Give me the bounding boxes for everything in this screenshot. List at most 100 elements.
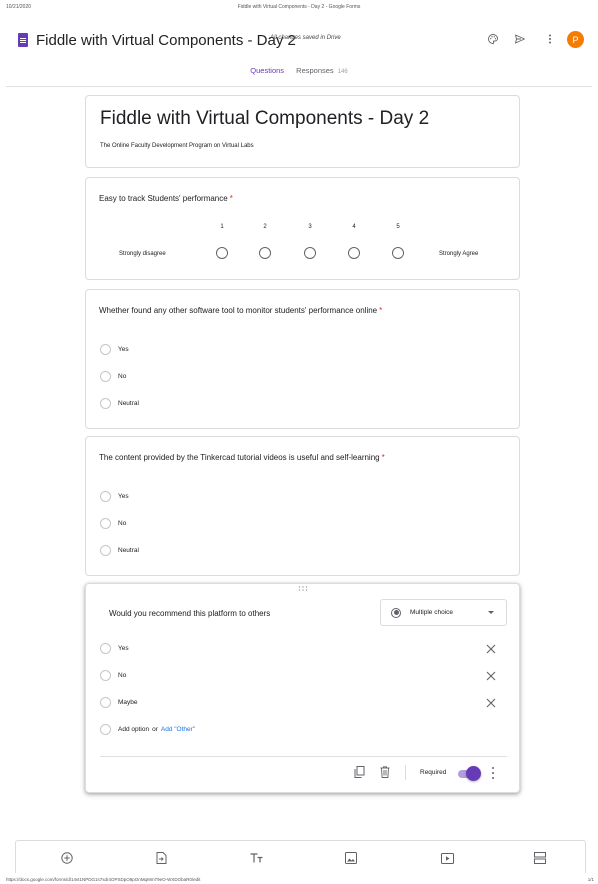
option-label: No [118, 519, 127, 527]
radio-button [100, 723, 111, 735]
required-label: Required [420, 769, 447, 776]
scale-label-1: 1 [220, 224, 224, 230]
drag-handle-icon[interactable] [294, 586, 312, 592]
radio-button[interactable] [100, 397, 111, 409]
or-text: or [152, 725, 158, 733]
form-title[interactable]: Fiddle with Virtual Components - Day 2 [100, 108, 429, 130]
add-question-icon[interactable] [60, 851, 74, 865]
tab-bar: Questions Responses 146 [0, 66, 598, 82]
required-toggle-thumb[interactable] [466, 766, 481, 781]
question-card-editing[interactable]: Would you recommend this platform to oth… [85, 583, 520, 793]
more-options-icon[interactable] [490, 767, 496, 779]
question-text: Easy to track Students' performance [99, 194, 228, 203]
add-section-icon[interactable] [533, 851, 547, 865]
send-icon[interactable] [513, 32, 527, 46]
radio-button [100, 696, 111, 708]
option-neutral[interactable]: Neutral [100, 544, 139, 556]
print-url: https://docs.google.com/forms/d/14vt1NPD… [6, 877, 201, 882]
scale-radio-4[interactable] [348, 247, 360, 259]
edit-option-no[interactable]: No [100, 669, 126, 681]
option-label: Yes [118, 345, 129, 353]
radio-button [100, 669, 111, 681]
duplicate-icon[interactable] [352, 765, 366, 779]
save-status: All changes saved in Drive [270, 35, 341, 41]
scale-high-label: Strongly Agree [439, 251, 479, 257]
footer-separator [405, 765, 406, 780]
option-label: Yes [118, 492, 129, 500]
add-title-description-icon[interactable] [249, 851, 263, 865]
option-no[interactable]: No [100, 370, 126, 382]
more-vert-icon[interactable] [543, 32, 557, 46]
scale-radio-1[interactable] [216, 247, 228, 259]
option-label: Neutral [118, 546, 139, 554]
scale-radio-2[interactable] [259, 247, 271, 259]
print-page-title: Fiddle with Virtual Components - Day 2 -… [237, 4, 361, 10]
scale-radio-5[interactable] [392, 247, 404, 259]
edit-option-yes[interactable]: Yes [100, 642, 129, 654]
option-input[interactable]: Yes [118, 645, 129, 652]
option-yes[interactable]: Yes [100, 343, 129, 355]
question-card-multiple-choice[interactable]: The content provided by the Tinkercad tu… [85, 436, 520, 576]
tab-responses-label: Responses [296, 66, 334, 75]
remove-option-icon[interactable] [485, 670, 496, 681]
form-description[interactable]: The Online Faculty Development Program o… [100, 143, 254, 149]
question-text: Whether found any other software tool to… [99, 306, 378, 315]
scale-label-3: 3 [308, 224, 312, 230]
required-asterisk: * [379, 306, 383, 315]
radio-button[interactable] [100, 370, 111, 382]
required-asterisk: * [381, 453, 385, 462]
radio-button[interactable] [100, 517, 111, 529]
import-questions-icon[interactable] [154, 851, 168, 865]
tab-questions[interactable]: Questions [250, 66, 284, 75]
add-video-icon[interactable] [440, 851, 454, 865]
radio-button [100, 642, 111, 654]
print-footer: https://docs.google.com/forms/d/14vt1NPD… [0, 876, 598, 884]
scale-radio-3[interactable] [304, 247, 316, 259]
option-neutral[interactable]: Neutral [100, 397, 139, 409]
question-text: The content provided by the Tinkercad tu… [99, 453, 380, 462]
question-card-multiple-choice[interactable]: Whether found any other software tool to… [85, 289, 520, 429]
option-input[interactable]: No [118, 672, 126, 679]
question-type-dropdown[interactable]: Multiple choice [380, 599, 507, 626]
remove-option-icon[interactable] [485, 697, 496, 708]
scale-label-2: 2 [263, 224, 267, 230]
avatar[interactable]: P [567, 31, 584, 48]
dropdown-arrow-icon [488, 611, 494, 614]
document-title[interactable]: Fiddle with Virtual Components - Day 2 [36, 32, 296, 49]
radio-button[interactable] [100, 343, 111, 355]
header-divider [6, 86, 592, 87]
option-label: Neutral [118, 399, 139, 407]
responses-count-badge: 146 [337, 69, 348, 75]
form-title-card[interactable]: Fiddle with Virtual Components - Day 2 T… [85, 95, 520, 168]
scale-low-label: Strongly disagree [119, 251, 166, 257]
delete-icon[interactable] [378, 765, 392, 779]
edit-option-maybe[interactable]: Maybe [100, 696, 138, 708]
option-label: No [118, 372, 127, 380]
radio-checked-icon [391, 607, 401, 618]
question-card-linear-scale[interactable]: Easy to track Students' performance * 1 2… [85, 177, 520, 280]
add-item-toolbar [15, 840, 586, 873]
question-title: Easy to track Students' performance * [99, 194, 233, 203]
print-header: 10/21/2020 Fiddle with Virtual Component… [0, 0, 598, 14]
option-input[interactable]: Maybe [118, 699, 138, 706]
radio-button[interactable] [100, 490, 111, 502]
tab-responses[interactable]: Responses 146 [296, 66, 348, 75]
question-title-input[interactable]: Would you recommend this platform to oth… [109, 609, 270, 618]
option-no[interactable]: No [100, 517, 126, 529]
forms-logo-icon[interactable] [18, 33, 28, 47]
palette-icon[interactable] [486, 32, 500, 46]
add-option-row: Add option or Add "Other" [100, 723, 195, 735]
footer-divider [100, 756, 507, 757]
question-title: The content provided by the Tinkercad tu… [99, 453, 385, 462]
app-bar: Fiddle with Virtual Components - Day 2 A… [0, 26, 598, 60]
scale-label-5: 5 [396, 224, 400, 230]
radio-button[interactable] [100, 544, 111, 556]
add-other-link[interactable]: Add "Other" [161, 726, 195, 733]
add-image-icon[interactable] [344, 851, 358, 865]
print-page-number: 1/1 [587, 877, 594, 882]
required-asterisk: * [229, 194, 233, 203]
add-option-button[interactable]: Add option [118, 726, 149, 733]
option-yes[interactable]: Yes [100, 490, 129, 502]
scale-label-4: 4 [352, 224, 356, 230]
remove-option-icon[interactable] [485, 643, 496, 654]
